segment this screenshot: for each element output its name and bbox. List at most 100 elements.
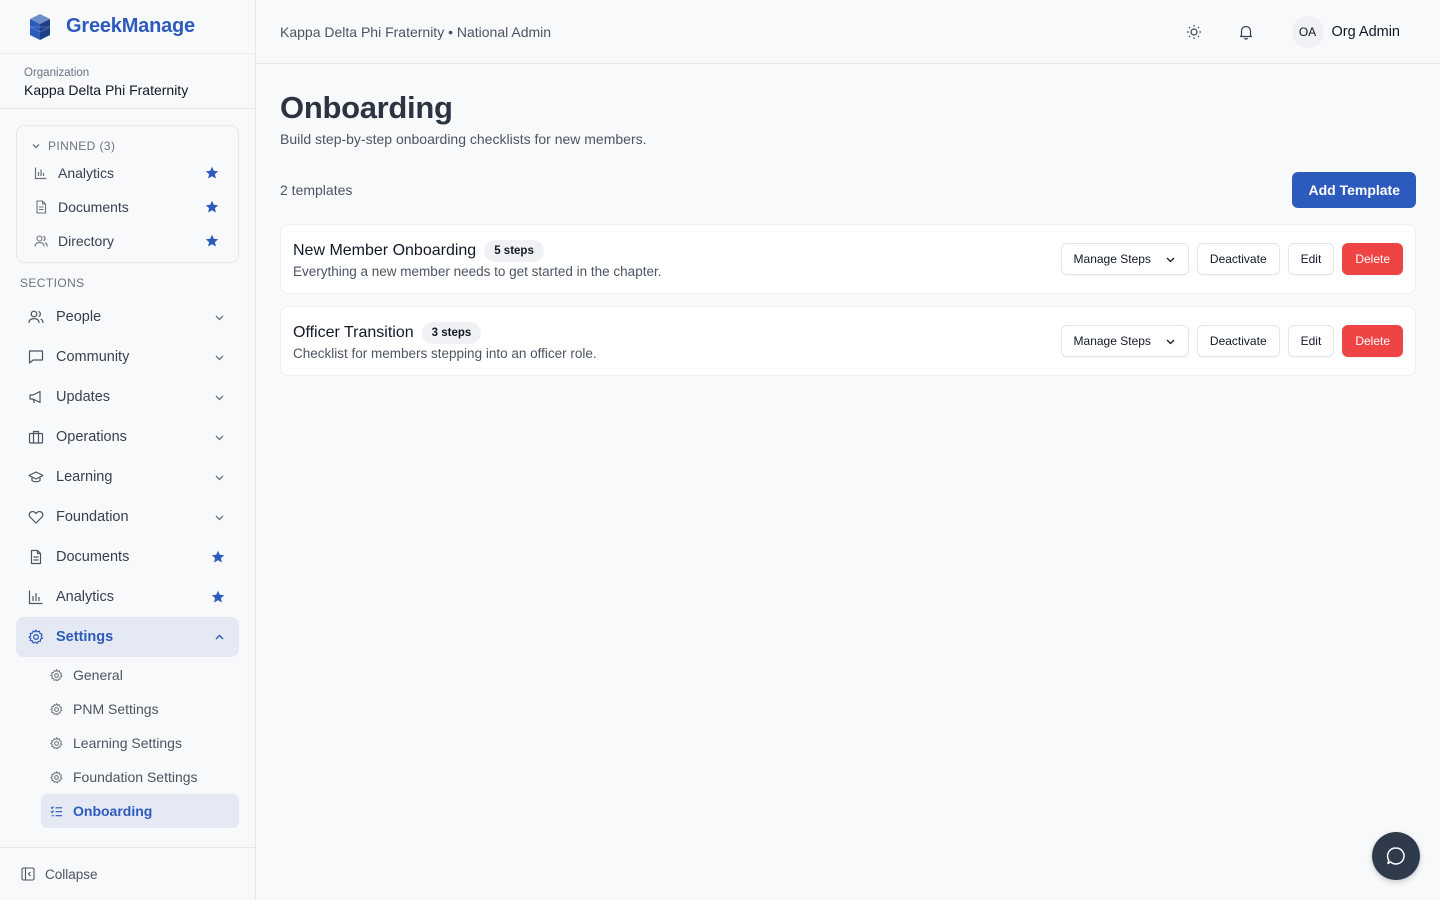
gear-icon [50,668,63,681]
subnav-item-foundation-settings[interactable]: Foundation Settings [41,760,239,794]
pinned-panel: PINNED (3) Analytics Documents Directory [16,125,239,263]
bar-chart-icon [28,590,43,605]
delete-button[interactable]: Delete [1342,243,1403,275]
heart-icon [28,510,44,524]
nav-label: People [56,309,102,325]
edit-button[interactable]: Edit [1287,243,1335,275]
bell-icon [1239,25,1252,40]
steps-badge: 3 steps [421,321,482,344]
manage-steps-label: Manage Steps [1073,334,1151,348]
edit-button[interactable]: Edit [1287,325,1335,357]
nav-item-foundation[interactable]: Foundation [16,497,239,537]
nav-item-documents[interactable]: Documents [16,537,239,577]
list-toolbar: 2 templates Add Template [280,172,1416,208]
chevron-down-icon [215,475,224,480]
template-count: 2 templates [280,182,353,198]
bar-chart-icon [34,167,47,180]
chat-icon [28,350,44,364]
template-description: Everything a new member needs to get sta… [293,263,662,279]
chat-bubble-icon [1386,847,1405,865]
subnav-item-learning-settings[interactable]: Learning Settings [41,726,239,760]
manage-steps-button[interactable]: Manage Steps [1060,325,1189,357]
chevron-down-icon [215,435,224,440]
subnav-label: Foundation Settings [73,769,198,785]
add-template-button[interactable]: Add Template [1292,172,1416,208]
template-description: Checklist for members stepping into an o… [293,345,597,361]
star-icon[interactable] [205,200,219,214]
briefcase-icon [28,430,44,444]
star-icon[interactable] [205,166,219,180]
document-icon [36,200,47,214]
pinned-item-documents[interactable]: Documents [17,190,238,224]
megaphone-icon [29,390,41,404]
breadcrumb: Kappa Delta Phi Fraternity • National Ad… [280,23,552,40]
document-icon [30,549,42,565]
chat-button[interactable] [1372,832,1420,880]
template-card: New Member Onboarding 5 steps Everything… [280,224,1416,294]
pinned-toggle[interactable]: PINNED (3) [17,126,238,156]
chevron-down-icon [215,395,224,400]
user-name[interactable]: Org Admin [1332,24,1401,40]
nav-label: Operations [56,429,127,445]
star-icon[interactable] [211,590,225,604]
theme-toggle-button[interactable] [1184,22,1204,42]
template-title: Officer Transition [293,323,414,341]
deactivate-button[interactable]: Deactivate [1196,325,1280,357]
gear-icon [50,702,63,715]
checklist-icon [50,805,63,816]
template-title: New Member Onboarding [293,241,477,259]
pinned-item-label: Directory [58,233,115,249]
nav-item-learning[interactable]: Learning [16,457,239,497]
chevron-down-icon [215,315,224,320]
sun-icon [1186,24,1201,39]
template-info: New Member Onboarding 5 steps Everything… [293,239,1053,279]
page-subtitle: Build step-by-step onboarding checklists… [280,131,647,147]
nav-item-settings[interactable]: Settings [16,617,239,657]
gear-icon [28,629,44,645]
subnav-item-general[interactable]: General [41,658,239,692]
nav-item-community[interactable]: Community [16,337,239,377]
sidebar: GreekManage Organization Kappa Delta Phi… [0,0,256,900]
template-info: Officer Transition 3 steps Checklist for… [293,321,1053,361]
users-icon [34,235,48,247]
subnav-label: Onboarding [73,803,153,819]
subnav-item-onboarding[interactable]: Onboarding [41,794,239,828]
star-icon[interactable] [211,550,225,564]
manage-steps-button[interactable]: Manage Steps [1060,243,1189,275]
nav-label: Foundation [56,509,129,525]
pinned-item-label: Analytics [58,165,115,181]
org-label: Organization [24,67,90,79]
chevron-down-icon [215,515,224,520]
chevron-down-icon [1166,257,1175,262]
nav-item-people[interactable]: People [16,297,239,337]
template-card: Officer Transition 3 steps Checklist for… [280,306,1416,376]
pinned-item-directory[interactable]: Directory [17,224,238,258]
subnav-label: Learning Settings [73,735,182,751]
nav-label: Learning [56,469,113,485]
subnav-label: PNM Settings [73,701,159,717]
top-bar: Kappa Delta Phi Fraternity • National Ad… [256,0,1440,64]
pinned-item-analytics[interactable]: Analytics [17,156,238,190]
star-icon[interactable] [205,234,219,248]
deactivate-button[interactable]: Deactivate [1196,243,1280,275]
gear-icon [50,736,63,749]
app-name: GreekManage [66,15,195,37]
sidebar-collapse-icon [21,867,35,881]
nav-item-updates[interactable]: Updates [16,377,239,417]
logo[interactable]: GreekManage [0,0,255,54]
logo-icon [30,13,50,40]
subnav-item-pnm-settings[interactable]: PNM Settings [41,692,239,726]
nav-item-operations[interactable]: Operations [16,417,239,457]
notifications-button[interactable] [1236,22,1256,42]
settings-subnav: General PNM Settings Learning Settings F… [41,658,239,828]
delete-button[interactable]: Delete [1342,325,1403,357]
chevron-down-icon [32,143,40,148]
collapse-label: Collapse [45,866,98,882]
avatar[interactable]: OA [1291,15,1324,48]
collapse-button[interactable]: Collapse [0,847,255,900]
graduation-cap-icon [28,471,44,483]
nav-label: Community [56,349,130,365]
gear-icon [50,770,63,783]
nav-item-analytics[interactable]: Analytics [16,577,239,617]
nav-label: Documents [56,549,130,565]
